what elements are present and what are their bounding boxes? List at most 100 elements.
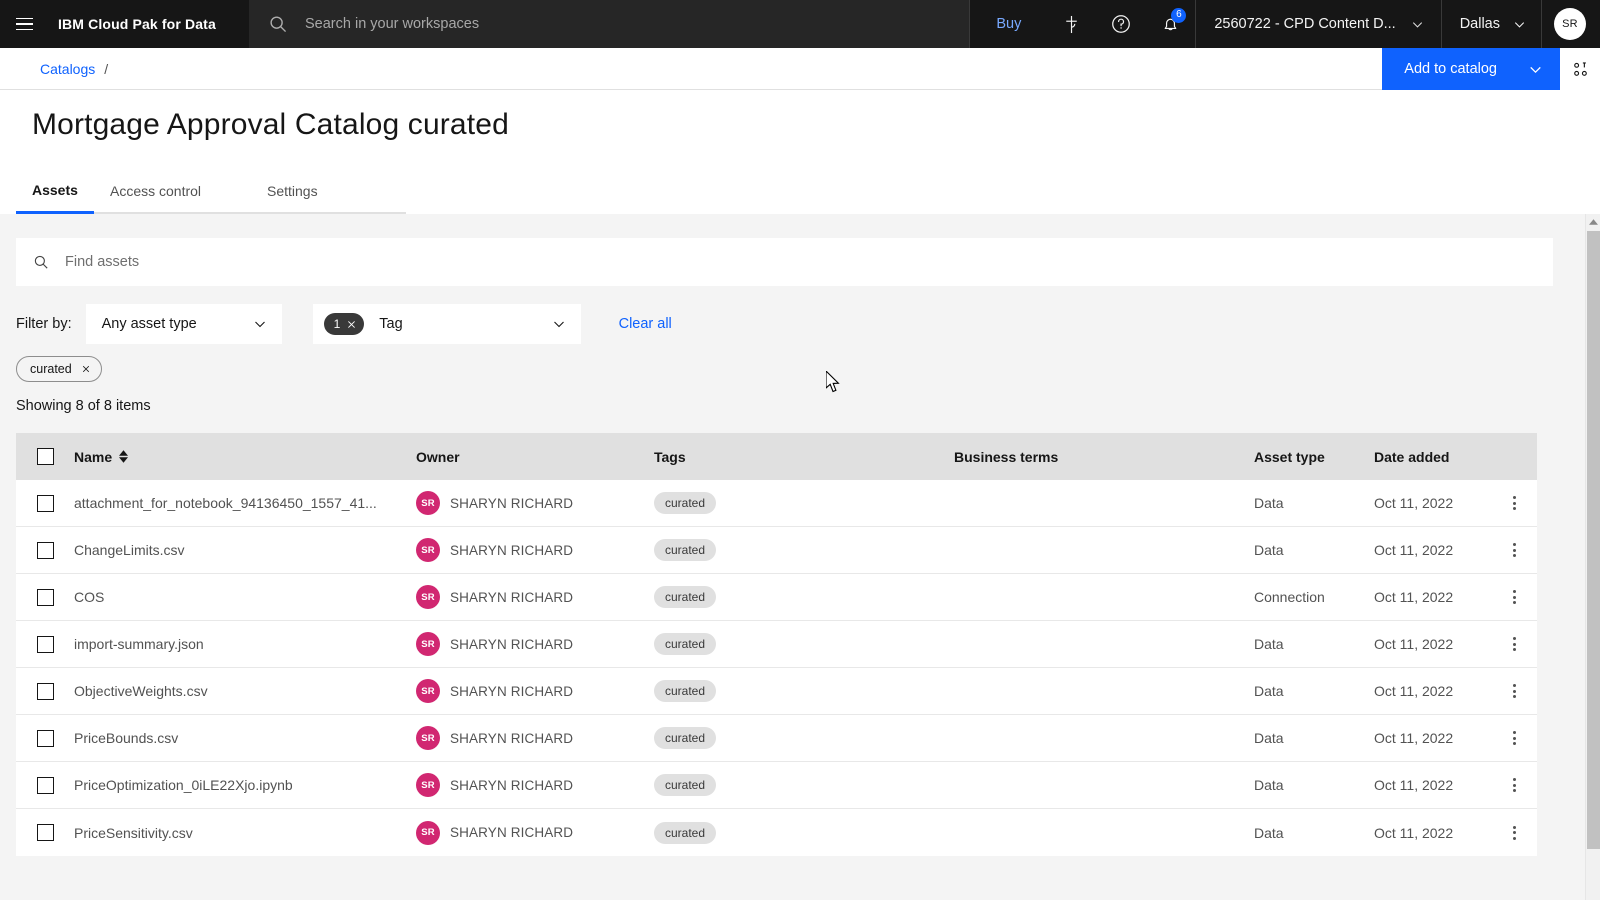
cell-date-added: Oct 11, 2022 — [1374, 495, 1454, 511]
hamburger-menu-icon[interactable] — [0, 0, 48, 48]
search-icon — [270, 16, 287, 33]
asset-type-dropdown[interactable]: Any asset type — [85, 304, 282, 344]
cell-date-added: Oct 11, 2022 — [1374, 730, 1454, 746]
table-header-row: Name Owner Tags Business terms Asset typ… — [16, 433, 1537, 480]
chevron-down-icon — [1412, 21, 1422, 28]
region-selector[interactable]: Dallas — [1442, 0, 1541, 48]
owner-label: SHARYN RICHARD — [450, 495, 574, 511]
column-header-business-terms[interactable]: Business terms — [954, 449, 1254, 465]
cell-name[interactable]: ChangeLimits.csv — [74, 542, 416, 558]
row-checkbox[interactable] — [36, 824, 54, 841]
column-header-date-added[interactable]: Date added — [1374, 449, 1494, 465]
table-row[interactable]: attachment_for_notebook_94136450_1557_41… — [16, 480, 1537, 527]
table-row[interactable]: import-summary.json SR SHARYN RICHARD curat… — [16, 621, 1537, 668]
breadcrumb-item-catalogs[interactable]: Catalogs — [40, 61, 95, 77]
tab-access-control[interactable]: Access control — [94, 171, 251, 214]
account-selector[interactable]: 2560722 - CPD Content D... — [1196, 0, 1440, 48]
add-to-catalog-button[interactable]: Add to catalog — [1382, 48, 1560, 90]
find-assets-search[interactable] — [16, 238, 1553, 286]
vertical-scrollbar[interactable] — [1585, 214, 1600, 900]
cell-asset-type: Connection — [1254, 589, 1325, 605]
region-label: Dallas — [1459, 16, 1500, 32]
row-checkbox[interactable] — [36, 494, 54, 512]
row-select-cell — [16, 541, 74, 559]
tag-badge[interactable]: curated — [654, 680, 717, 702]
table-row[interactable]: ObjectiveWeights.csv SR SHARYN RICHARD cura… — [16, 668, 1537, 715]
global-search[interactable] — [249, 0, 970, 48]
tab-assets[interactable]: Assets — [16, 170, 94, 214]
tag-badge[interactable]: curated — [654, 539, 717, 561]
filter-by-label: Filter by: — [16, 316, 72, 332]
chevron-down-icon — [1514, 21, 1525, 28]
brand-title[interactable]: IBM Cloud Pak for Data — [48, 16, 216, 32]
user-avatar[interactable]: SR — [1554, 8, 1586, 40]
tag-dropdown[interactable]: 1 Tag — [312, 304, 581, 344]
table-row[interactable]: PriceSensitivity.csv SR SHARYN RICHARD cura… — [16, 809, 1537, 856]
asset-type-value: Any asset type — [101, 316, 197, 332]
column-header-asset-type[interactable]: Asset type — [1254, 449, 1374, 465]
cell-asset-type: Data — [1254, 730, 1284, 746]
cell-name[interactable]: PriceSensitivity.csv — [74, 825, 416, 841]
column-header-name[interactable]: Name — [74, 449, 416, 465]
tag-badge[interactable]: curated — [654, 633, 717, 655]
tab-settings[interactable]: Settings — [251, 171, 406, 214]
tag-badge[interactable]: curated — [654, 821, 717, 844]
row-checkbox[interactable] — [36, 635, 54, 653]
clear-all-button[interactable]: Clear all — [619, 316, 672, 332]
find-assets-input[interactable] — [65, 254, 565, 270]
row-overflow-menu[interactable] — [1494, 590, 1534, 604]
row-overflow-menu[interactable] — [1494, 778, 1534, 792]
cell-name[interactable]: import-summary.json — [74, 636, 416, 652]
cell-asset-type: Data — [1254, 636, 1284, 652]
tag-badge[interactable]: curated — [654, 774, 717, 796]
cell-owner: SR SHARYN RICHARD — [416, 632, 654, 656]
overflow-menu-icon — [1512, 825, 1516, 840]
cell-tags: curated — [654, 727, 954, 749]
table-row[interactable]: ChangeLimits.csv SR SHARYN RICHARD curated D… — [16, 527, 1537, 574]
cell-asset-type: Data — [1254, 824, 1284, 841]
tag-badge[interactable]: curated — [654, 727, 717, 749]
select-all-checkbox[interactable] — [36, 448, 54, 465]
breadcrumb-bar: Catalogs / Add to catalog — [0, 48, 1600, 90]
help-icon[interactable] — [1096, 0, 1146, 48]
buy-button[interactable]: Buy — [970, 0, 1047, 48]
search-icon — [34, 255, 48, 269]
row-checkbox[interactable] — [36, 729, 54, 747]
notifications-button[interactable]: 6 — [1146, 0, 1195, 48]
breadcrumb-actions: Add to catalog — [1382, 48, 1600, 90]
tag-dropdown-label: Tag — [379, 316, 403, 332]
cell-name[interactable]: COS — [74, 589, 416, 605]
row-overflow-menu[interactable] — [1494, 496, 1534, 510]
row-overflow-menu[interactable] — [1494, 543, 1534, 557]
global-search-input[interactable] — [305, 16, 865, 32]
row-overflow-menu[interactable] — [1494, 684, 1534, 698]
row-overflow-menu[interactable] — [1494, 637, 1534, 651]
breadcrumb-separator: / — [104, 60, 109, 77]
column-header-tags[interactable]: Tags — [654, 449, 954, 465]
table-row[interactable]: PriceOptimization_0iLE22Xjo.ipynb SR SHARY… — [16, 762, 1537, 809]
scroll-up-arrow[interactable] — [1586, 214, 1600, 230]
manage-members-button[interactable] — [1560, 48, 1600, 90]
row-select-cell — [16, 682, 74, 700]
row-overflow-menu[interactable] — [1494, 825, 1534, 840]
shortcuts-icon[interactable] — [1047, 0, 1096, 48]
cell-name[interactable]: PriceBounds.csv — [74, 730, 416, 746]
table-row[interactable]: PriceBounds.csv SR SHARYN RICHARD curated Da… — [16, 715, 1537, 762]
scrollbar-thumb[interactable] — [1587, 231, 1600, 849]
column-header-owner[interactable]: Owner — [416, 449, 654, 465]
table-row[interactable]: COS SR SHARYN RICHARD curated Connection Oct … — [16, 574, 1537, 621]
tag-filter-count-clear[interactable]: 1 — [323, 313, 365, 335]
overflow-menu-icon — [1512, 731, 1516, 745]
cell-name[interactable]: ObjectiveWeights.csv — [74, 683, 416, 699]
row-checkbox[interactable] — [36, 682, 54, 700]
cell-name[interactable]: attachment_for_notebook_94136450_1557_41… — [74, 495, 416, 511]
row-checkbox[interactable] — [36, 776, 54, 794]
owner-label: SHARYN RICHARD — [450, 542, 574, 558]
row-checkbox[interactable] — [36, 541, 54, 559]
row-checkbox[interactable] — [36, 588, 54, 606]
tag-badge[interactable]: curated — [654, 586, 717, 608]
filter-chip-curated[interactable]: curated — [16, 356, 102, 382]
tag-badge[interactable]: curated — [654, 492, 717, 514]
row-overflow-menu[interactable] — [1494, 731, 1534, 745]
cell-name[interactable]: PriceOptimization_0iLE22Xjo.ipynb — [74, 777, 416, 793]
